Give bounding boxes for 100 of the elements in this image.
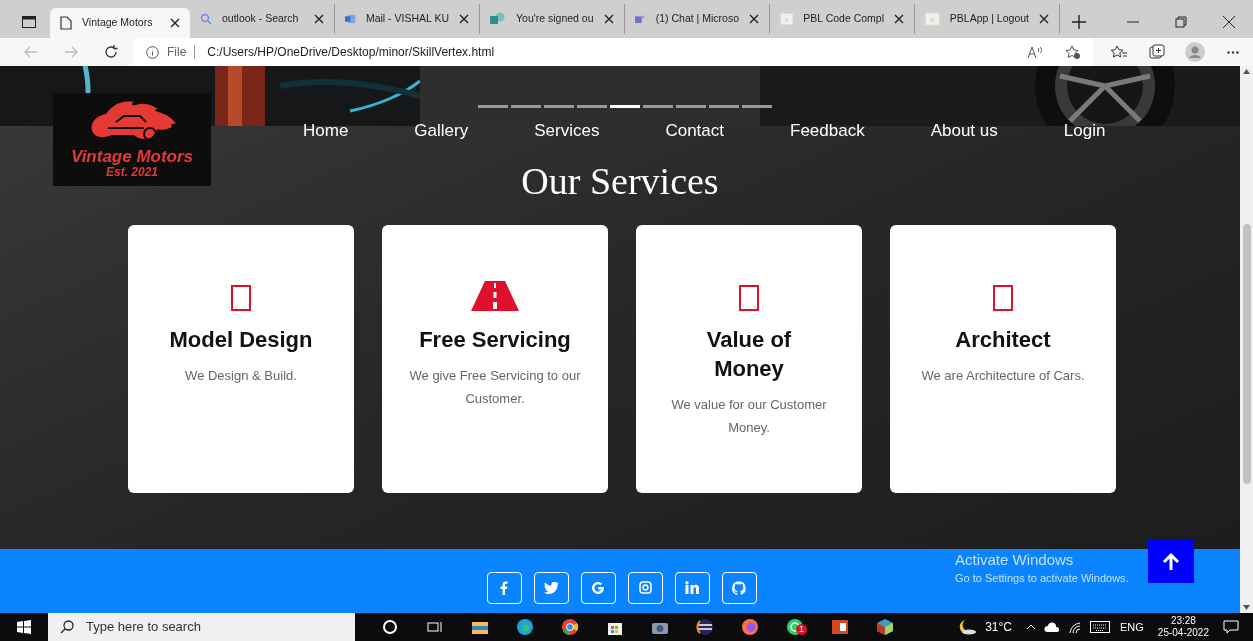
nav-link[interactable]: Contact xyxy=(665,118,724,144)
page-thumbnail-icon xyxy=(925,12,940,26)
address-bar[interactable]: File C:/Users/HP/OneDrive/Desktop/minor/SkillVertex.html xyxy=(134,38,1093,66)
social-button[interactable] xyxy=(533,571,569,604)
close-icon[interactable] xyxy=(170,18,180,28)
close-icon[interactable] xyxy=(749,14,759,24)
close-icon[interactable] xyxy=(1039,14,1049,24)
social-button[interactable] xyxy=(627,571,663,604)
nav-link[interactable]: About us xyxy=(930,118,998,144)
social-button[interactable] xyxy=(580,571,616,604)
firefox-icon[interactable] xyxy=(740,618,759,636)
clock-date: 25-04-2022 xyxy=(1157,627,1209,639)
nav-link[interactable]: Home xyxy=(303,118,349,144)
more-icon[interactable] xyxy=(1227,50,1239,54)
url-text: C:/Users/HP/OneDrive/Desktop/minor/SkillVertex.html xyxy=(207,44,495,61)
windows-start-icon[interactable] xyxy=(17,620,31,634)
card-description: We are Architecture of Cars. xyxy=(921,367,1085,385)
tab-title: Mail - VISHAL KU xyxy=(365,11,449,27)
search-icon xyxy=(60,620,74,634)
social-button[interactable] xyxy=(721,571,757,604)
favorites-icon[interactable] xyxy=(1111,45,1127,59)
browser-tab[interactable]: Vintage Motors xyxy=(50,8,190,38)
card-description: We value for our Customer Money. xyxy=(670,396,828,437)
card-description: We Design & Build. xyxy=(185,367,297,385)
nav-link[interactable]: Gallery xyxy=(414,118,469,144)
search-icon xyxy=(200,13,212,25)
browser-tab[interactable]: outlook - Search xyxy=(190,4,335,34)
temperature-text: 31°C xyxy=(985,619,1012,636)
close-window-icon[interactable] xyxy=(1223,16,1235,28)
road-icon xyxy=(471,281,519,311)
browser-tab[interactable]: You're signed ou xyxy=(480,4,625,34)
chevron-up-icon[interactable] xyxy=(1026,624,1036,630)
mail-app-icon xyxy=(345,12,356,26)
chrome-icon[interactable] xyxy=(560,618,579,636)
close-icon[interactable] xyxy=(314,14,324,24)
card-title: Architect xyxy=(955,326,1051,354)
scheme-label: File xyxy=(167,44,187,61)
browser-tab[interactable]: Mail - VISHAL KU xyxy=(335,4,480,34)
card-title: Value of Money xyxy=(705,326,793,383)
browser-icon[interactable] xyxy=(515,618,534,636)
refresh-icon[interactable] xyxy=(104,45,118,59)
close-icon[interactable] xyxy=(894,14,904,24)
notifications-icon[interactable] xyxy=(1223,620,1239,634)
eclipse-icon[interactable] xyxy=(695,618,714,636)
card-title: Free Servicing xyxy=(419,326,571,354)
browser-tab[interactable]: PBL Code Compl xyxy=(770,4,915,34)
tab-actions-icon[interactable] xyxy=(22,16,36,28)
new-tab-icon[interactable] xyxy=(1072,15,1086,29)
nav-link[interactable]: Services xyxy=(534,118,600,144)
missing-glyph-icon xyxy=(739,285,759,311)
browser-tab[interactable]: (1) Chat | Microso xyxy=(625,4,770,34)
scroll-down-icon[interactable] xyxy=(1243,605,1250,610)
twitter-icon xyxy=(543,581,559,594)
cloud-icon[interactable] xyxy=(1044,622,1060,632)
logo-subtitle: Est. 2021 xyxy=(105,166,158,178)
nav-link[interactable]: Login xyxy=(1063,118,1106,144)
close-icon[interactable] xyxy=(459,14,469,24)
taskbar-search-field[interactable]: Type here to search xyxy=(48,613,355,641)
card-title: Model Design xyxy=(169,326,313,354)
cortana-icon[interactable] xyxy=(380,618,399,636)
notification-badge: 1 xyxy=(796,624,807,635)
info-icon xyxy=(146,45,159,59)
card-description: We give Free Servicing to our Customer. xyxy=(408,367,582,408)
powerpoint-icon[interactable] xyxy=(830,618,849,636)
page-icon xyxy=(60,16,72,30)
linkedin-icon xyxy=(685,581,699,594)
tab-title: outlook - Search xyxy=(222,11,300,27)
tab-title: PBLApp | Logout xyxy=(949,11,1029,27)
keyboard-icon[interactable] xyxy=(1090,621,1110,633)
clock-time: 23:28 xyxy=(1170,615,1196,627)
tab-title: PBL Code Compl xyxy=(803,11,884,27)
social-button[interactable] xyxy=(486,571,522,604)
wifi-icon[interactable] xyxy=(1068,621,1082,633)
scroll-up-icon[interactable] xyxy=(1243,69,1250,74)
tab-title: You're signed ou xyxy=(516,11,594,27)
language-indicator[interactable]: ENG xyxy=(1120,618,1144,636)
logo-title: Vintage Motors xyxy=(70,148,194,166)
social-button[interactable] xyxy=(674,571,710,604)
cube-app-icon[interactable] xyxy=(875,618,894,636)
scroll-to-top-button[interactable] xyxy=(1148,540,1194,583)
browser-tab[interactable]: PBLApp | Logout xyxy=(915,4,1060,34)
restore-icon[interactable] xyxy=(1175,16,1187,28)
section-heading: Our Services xyxy=(521,159,719,203)
read-aloud-icon[interactable] xyxy=(1027,45,1043,59)
collections-icon[interactable] xyxy=(1149,44,1165,60)
arrow-up-icon xyxy=(1162,552,1180,571)
scrollbar[interactable] xyxy=(1240,66,1253,613)
missing-glyph-icon xyxy=(993,285,1013,311)
activation-text: Go to Settings to activate Windows. xyxy=(955,571,1129,586)
tab-title: (1) Chat | Microso xyxy=(655,11,739,27)
close-icon[interactable] xyxy=(604,14,614,24)
profile-icon[interactable] xyxy=(1185,42,1205,62)
github-icon xyxy=(732,580,746,595)
activation-title: Activate Windows xyxy=(955,551,1074,569)
nav-link[interactable]: Feedback xyxy=(790,118,865,144)
google-icon xyxy=(591,580,605,595)
tab-title: Vintage Motors xyxy=(82,15,154,31)
facebook-icon xyxy=(500,580,508,595)
search-placeholder: Type here to search xyxy=(86,618,201,637)
add-favorite-icon[interactable] xyxy=(1065,45,1081,59)
